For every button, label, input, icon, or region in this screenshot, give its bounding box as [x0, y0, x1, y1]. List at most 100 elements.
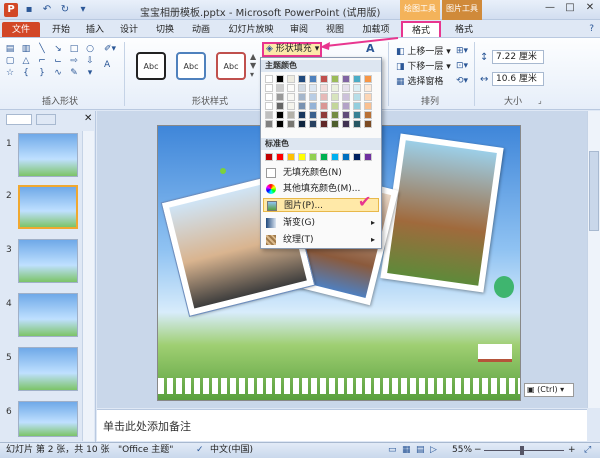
undo-icon[interactable]: ↶ — [40, 3, 54, 17]
edit-shape-icon[interactable]: ✐▾ — [104, 44, 116, 54]
theme-color-swatch[interactable] — [331, 111, 339, 119]
theme-color-swatch[interactable] — [353, 102, 361, 110]
redo-icon[interactable]: ↻ — [58, 3, 72, 17]
paste-options-tag[interactable]: ▣ (Ctrl) ▾ — [524, 383, 574, 397]
theme-color-swatch[interactable] — [265, 84, 273, 92]
star-shape-icon[interactable]: ☆ — [4, 68, 16, 78]
theme-color-swatch[interactable] — [342, 120, 350, 128]
theme-color-swatch[interactable] — [353, 93, 361, 101]
normal-view-icon[interactable]: ▭ — [388, 443, 397, 458]
theme-color-swatch[interactable] — [320, 84, 328, 92]
notes-pane[interactable]: 单击此处添加备注 — [97, 409, 587, 441]
standard-color-swatch[interactable] — [353, 153, 361, 161]
minimize-icon[interactable]: — — [544, 2, 556, 13]
line-shape-icon[interactable]: ╲ — [36, 44, 48, 54]
theme-color-swatch[interactable] — [265, 120, 273, 128]
standard-color-swatch[interactable] — [309, 153, 317, 161]
photo-frame[interactable] — [380, 133, 504, 293]
tab-transitions[interactable]: 切换 — [152, 22, 178, 38]
maximize-icon[interactable]: □ — [564, 2, 576, 13]
close-pane-icon[interactable]: ✕ — [84, 113, 92, 124]
zoom-level[interactable]: 55% — [452, 443, 472, 458]
texture-fill-item[interactable]: 纹理(T) ▸ — [263, 233, 379, 247]
shape-style-black[interactable]: Abc — [136, 52, 166, 80]
standard-color-swatch[interactable] — [276, 153, 284, 161]
shape-style-red[interactable]: Abc — [216, 52, 246, 80]
brace-right-shape-icon[interactable]: } — [36, 68, 48, 78]
theme-color-swatch[interactable] — [331, 84, 339, 92]
language-indicator[interactable]: 中文(中国) — [210, 443, 253, 458]
vtextbox-shape-icon[interactable]: ▥ — [20, 44, 32, 54]
outline-tab-icon[interactable] — [36, 114, 56, 125]
bring-forward-button[interactable]: ◧ 上移一层 ▾ — [396, 44, 451, 57]
theme-color-swatch[interactable] — [309, 111, 317, 119]
shape-width-field[interactable]: 10.6 厘米 — [492, 72, 544, 86]
slides-pane-scrollbar[interactable] — [82, 131, 94, 441]
standard-color-swatch[interactable] — [265, 153, 273, 161]
help-icon[interactable]: ? — [589, 24, 594, 34]
close-icon[interactable]: ✕ — [584, 2, 596, 13]
theme-color-swatch[interactable] — [364, 120, 372, 128]
tab-file[interactable]: 文件 — [2, 22, 40, 38]
theme-color-swatch[interactable] — [331, 75, 339, 83]
shape-style-blue[interactable]: Abc — [176, 52, 206, 80]
tab-drawing-format[interactable]: 格式 — [401, 21, 441, 39]
theme-color-swatch[interactable] — [287, 120, 295, 128]
theme-color-swatch[interactable] — [364, 84, 372, 92]
rounded-rect-shape-icon[interactable]: ▢ — [4, 56, 16, 66]
theme-color-swatch[interactable] — [298, 111, 306, 119]
theme-color-swatch[interactable] — [287, 102, 295, 110]
theme-color-swatch[interactable] — [298, 120, 306, 128]
theme-color-swatch[interactable] — [353, 75, 361, 83]
reading-view-icon[interactable]: ▤ — [416, 443, 425, 458]
send-backward-button[interactable]: ◨ 下移一层 ▾ — [396, 59, 451, 72]
sorter-view-icon[interactable]: ▦ — [402, 443, 411, 458]
theme-color-swatch[interactable] — [320, 111, 328, 119]
theme-color-swatch[interactable] — [265, 93, 273, 101]
theme-color-swatch[interactable] — [309, 102, 317, 110]
theme-color-swatch[interactable] — [265, 102, 273, 110]
theme-color-swatch[interactable] — [309, 84, 317, 92]
theme-color-swatch[interactable] — [342, 102, 350, 110]
down-arrow-shape-icon[interactable]: ⇩ — [84, 56, 96, 66]
theme-color-swatch[interactable] — [265, 111, 273, 119]
theme-color-swatch[interactable] — [287, 93, 295, 101]
theme-color-swatch[interactable] — [364, 75, 372, 83]
standard-color-swatch[interactable] — [298, 153, 306, 161]
slide-thumbnail-selected[interactable] — [18, 185, 78, 229]
theme-color-swatch[interactable] — [342, 111, 350, 119]
theme-color-swatch[interactable] — [276, 102, 284, 110]
theme-color-swatch[interactable] — [276, 120, 284, 128]
arrow-shape-icon[interactable]: ↘ — [52, 44, 64, 54]
elbow-shape-icon[interactable]: ⌐ — [36, 56, 48, 66]
theme-color-swatch[interactable] — [320, 75, 328, 83]
theme-color-swatch[interactable] — [342, 84, 350, 92]
theme-color-swatch[interactable] — [309, 75, 317, 83]
theme-color-swatch[interactable] — [287, 75, 295, 83]
connector-shape-icon[interactable]: ⌙ — [52, 56, 64, 66]
triangle-shape-icon[interactable]: △ — [20, 56, 32, 66]
theme-color-swatch[interactable] — [320, 102, 328, 110]
theme-color-swatch[interactable] — [309, 120, 317, 128]
zoom-slider[interactable] — [484, 450, 564, 451]
standard-color-swatch[interactable] — [342, 153, 350, 161]
tab-picture-format[interactable]: 格式 — [446, 22, 482, 38]
slide-thumbnail[interactable] — [18, 347, 78, 391]
size-dialog-launcher-icon[interactable]: ⌟ — [538, 96, 542, 105]
theme-color-swatch[interactable] — [287, 111, 295, 119]
theme-color-swatch[interactable] — [320, 120, 328, 128]
textbox-icon[interactable]: A — [104, 60, 110, 70]
slide-thumbnail[interactable] — [18, 293, 78, 337]
tab-insert[interactable]: 插入 — [82, 22, 108, 38]
theme-color-swatch[interactable] — [276, 84, 284, 92]
style-gallery-scroll-icon[interactable]: ▲ ▼ ▾ — [250, 52, 256, 79]
save-icon[interactable]: ▪ — [22, 3, 36, 17]
theme-color-swatch[interactable] — [353, 120, 361, 128]
theme-color-swatch[interactable] — [276, 93, 284, 101]
theme-color-swatch[interactable] — [364, 93, 372, 101]
slideshow-view-icon[interactable]: ▷ — [430, 443, 437, 458]
zoom-slider-thumb[interactable] — [520, 446, 524, 455]
theme-color-swatch[interactable] — [342, 75, 350, 83]
tab-animations[interactable]: 动画 — [188, 22, 214, 38]
theme-color-swatch[interactable] — [298, 84, 306, 92]
